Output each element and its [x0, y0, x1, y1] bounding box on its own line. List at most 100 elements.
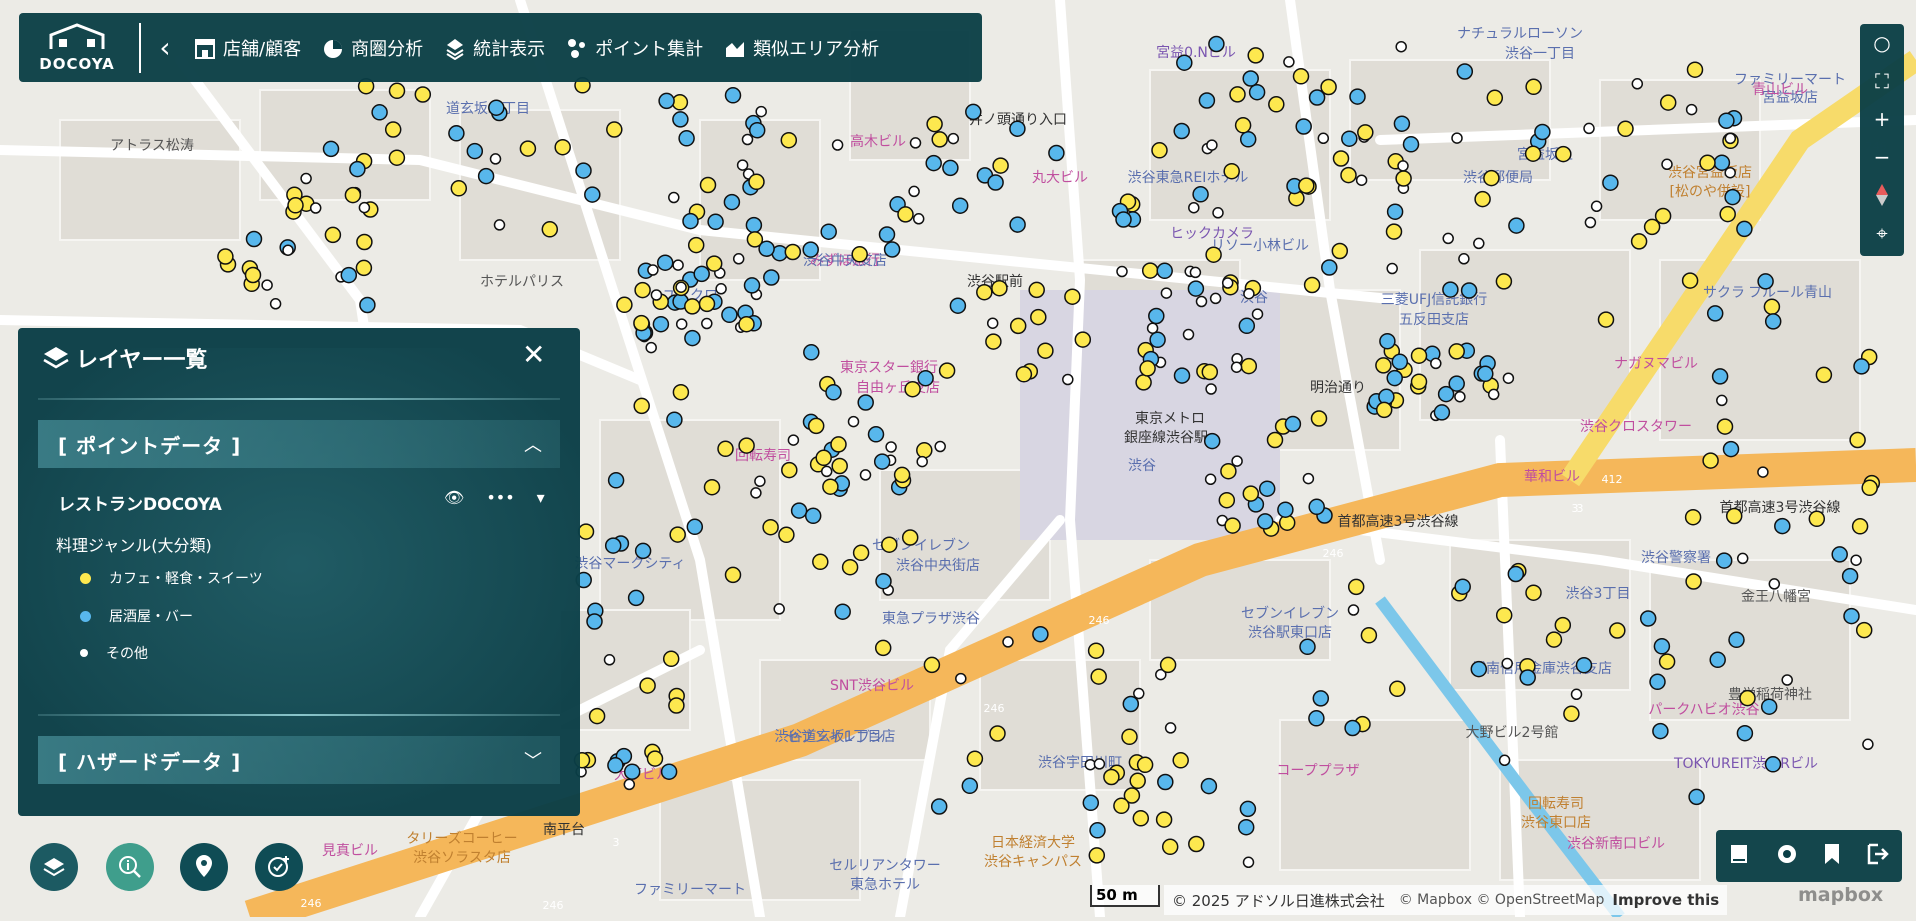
restaurant-point[interactable]	[1498, 754, 1511, 767]
restaurant-point[interactable]	[1103, 768, 1120, 786]
logout-icon[interactable]	[1866, 843, 1890, 869]
restaurant-point[interactable]	[1187, 280, 1205, 297]
more-dots-icon[interactable]: •••	[486, 488, 514, 507]
restaurant-point[interactable]	[1176, 54, 1193, 71]
restaurant-point[interactable]	[741, 133, 754, 146]
restaurant-point[interactable]	[355, 259, 373, 277]
restaurant-point[interactable]	[1430, 357, 1442, 370]
restaurant-point[interactable]	[650, 289, 663, 301]
restaurant-point[interactable]	[669, 526, 686, 543]
restaurant-point[interactable]	[1375, 401, 1393, 419]
restaurant-point[interactable]	[916, 442, 933, 459]
restaurant-point[interactable]	[1242, 485, 1260, 502]
restaurant-point[interactable]	[1347, 604, 1360, 616]
restaurant-point[interactable]	[1256, 513, 1274, 530]
book-icon[interactable]	[1728, 843, 1750, 869]
restaurant-point[interactable]	[588, 707, 606, 725]
restaurant-point[interactable]	[1087, 642, 1105, 659]
restaurant-point[interactable]	[1711, 368, 1729, 385]
restaurant-point[interactable]	[745, 216, 763, 234]
chevron-up-icon[interactable]: ︿	[524, 431, 542, 457]
restaurant-point[interactable]	[1460, 282, 1478, 299]
restaurant-point[interactable]	[1570, 688, 1583, 701]
restaurant-point[interactable]	[698, 295, 716, 313]
restaurant-point[interactable]	[852, 544, 870, 562]
restaurant-point[interactable]	[450, 180, 468, 197]
restaurant-point[interactable]	[359, 296, 376, 314]
restaurant-point[interactable]	[1534, 123, 1551, 141]
restaurant-point[interactable]	[1203, 432, 1221, 450]
restaurant-point[interactable]	[1115, 211, 1132, 228]
restaurant-point[interactable]	[1508, 217, 1525, 234]
restaurant-point[interactable]	[1136, 756, 1154, 774]
restaurant-point[interactable]	[773, 603, 785, 615]
restaurant-point[interactable]	[1395, 40, 1407, 53]
restaurant-point[interactable]	[923, 656, 941, 674]
gear-icon[interactable]	[1775, 842, 1799, 870]
restaurant-point[interactable]	[1525, 584, 1542, 601]
restaurant-point[interactable]	[1299, 638, 1316, 656]
restaurant-point[interactable]	[1331, 242, 1349, 260]
restaurant-point[interactable]	[1251, 308, 1264, 320]
restaurant-point[interactable]	[662, 650, 680, 668]
restaurant-point[interactable]	[1132, 810, 1150, 827]
restaurant-point[interactable]	[245, 230, 263, 248]
restaurant-point[interactable]	[738, 437, 755, 454]
restaurant-point[interactable]	[340, 266, 358, 284]
restaurant-point[interactable]	[1146, 322, 1159, 334]
restaurant-point[interactable]	[1477, 365, 1494, 383]
restaurant-point[interactable]	[269, 298, 282, 310]
restaurant-point[interactable]	[623, 763, 641, 780]
restaurant-point[interactable]	[682, 212, 699, 230]
restaurant-point[interactable]	[976, 283, 993, 301]
restaurant-point[interactable]	[1277, 501, 1294, 518]
restaurant-point[interactable]	[1486, 89, 1504, 107]
restaurant-point[interactable]	[1774, 517, 1791, 535]
restaurant-point[interactable]	[322, 140, 340, 158]
restaurant-point[interactable]	[717, 440, 734, 458]
restaurant-point[interactable]	[300, 172, 312, 185]
restaurant-point[interactable]	[754, 475, 766, 488]
restaurant-point[interactable]	[1685, 573, 1702, 590]
restaurant-point[interactable]	[1205, 246, 1222, 263]
restaurant-point[interactable]	[1764, 313, 1782, 330]
restaurant-point[interactable]	[1234, 117, 1252, 134]
restaurant-point[interactable]	[874, 639, 892, 657]
restaurant-point[interactable]	[883, 241, 901, 258]
restaurant-point[interactable]	[1242, 856, 1255, 869]
restaurant-point[interactable]	[607, 757, 624, 774]
restaurant-point[interactable]	[684, 298, 701, 315]
restaurant-point[interactable]	[1223, 162, 1240, 180]
restaurant-point[interactable]	[961, 777, 979, 795]
restaurant-point[interactable]	[822, 478, 839, 495]
restaurant-point[interactable]	[1410, 373, 1428, 390]
restaurant-point[interactable]	[344, 186, 362, 204]
restaurant-point[interactable]	[947, 132, 960, 145]
restaurant-point[interactable]	[1122, 695, 1140, 713]
restaurant-point[interactable]	[1716, 418, 1734, 435]
restaurant-point[interactable]	[897, 206, 914, 223]
restaurant-point[interactable]	[1386, 203, 1404, 220]
restaurant-point[interactable]	[1379, 332, 1396, 350]
restaurant-point[interactable]	[1702, 452, 1719, 469]
restaurant-point[interactable]	[1258, 480, 1276, 497]
zoom-out-icon[interactable]: −	[1860, 138, 1904, 176]
restaurant-point[interactable]	[678, 130, 695, 147]
restaurant-point[interactable]	[904, 380, 921, 398]
restaurant-point[interactable]	[1295, 118, 1312, 135]
restaurant-point[interactable]	[658, 92, 675, 110]
restaurant-point[interactable]	[1609, 622, 1626, 639]
restaurant-point[interactable]	[955, 672, 967, 685]
restaurant-point[interactable]	[831, 139, 844, 151]
restaurant-point[interactable]	[1768, 578, 1781, 590]
restaurant-point[interactable]	[584, 186, 601, 203]
restaurant-point[interactable]	[1602, 174, 1619, 191]
restaurant-point[interactable]	[831, 457, 848, 475]
restaurant-point[interactable]	[926, 115, 943, 133]
restaurant-point[interactable]	[261, 279, 273, 291]
restaurant-point[interactable]	[1064, 288, 1081, 305]
restaurant-point[interactable]	[1192, 186, 1209, 203]
restaurant-point[interactable]	[282, 244, 294, 256]
restaurant-point[interactable]	[1160, 287, 1173, 299]
chevron-down-icon[interactable]: ▾	[537, 488, 545, 507]
